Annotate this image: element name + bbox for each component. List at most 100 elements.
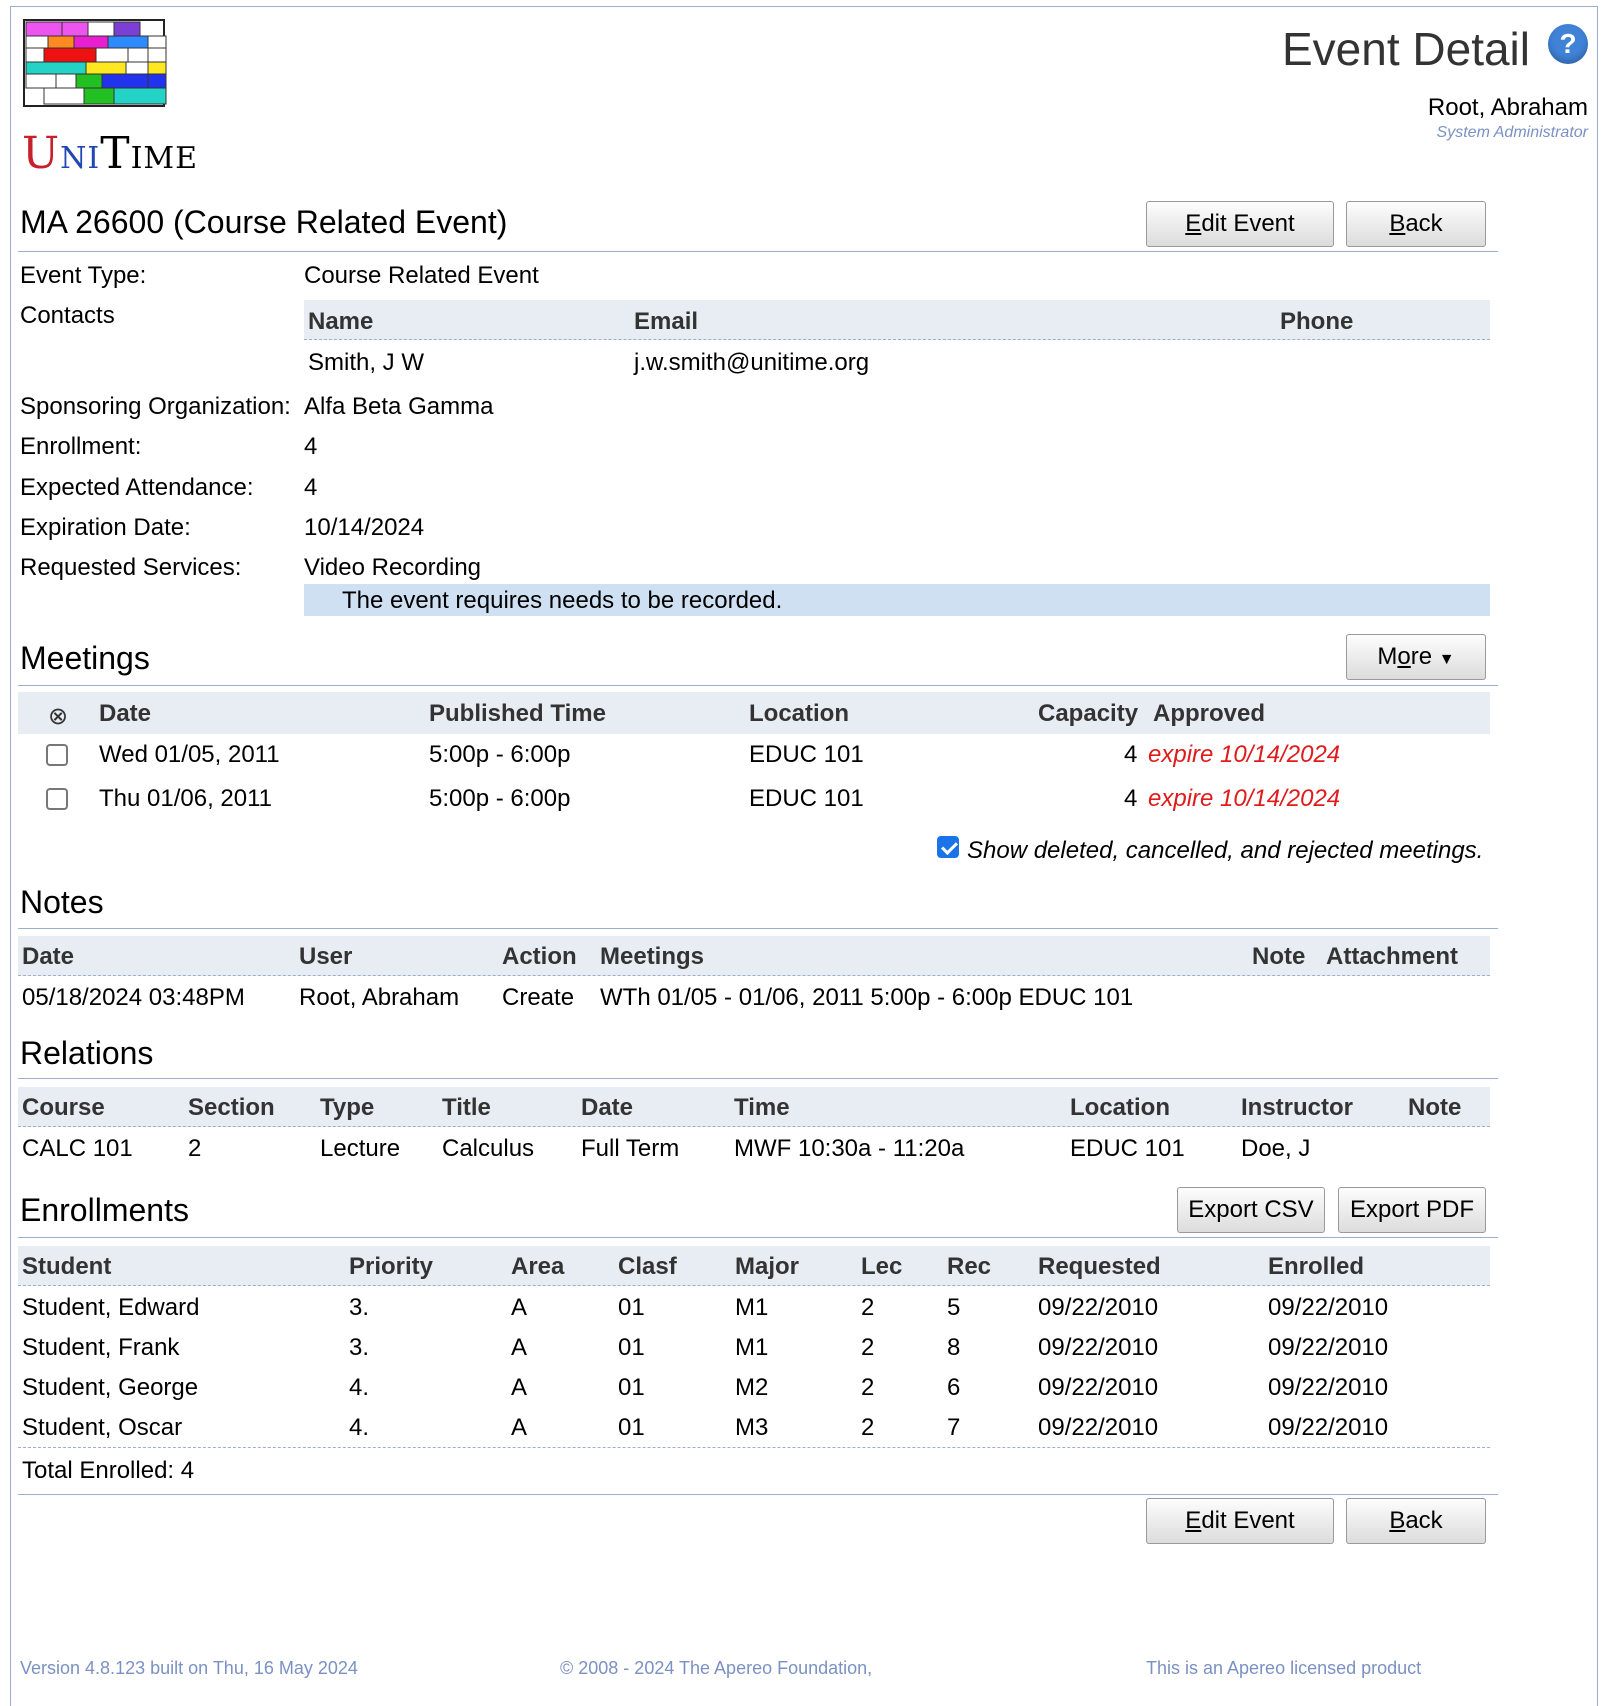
- enrollment-student[interactable]: Student, Edward: [22, 1294, 199, 1322]
- export-csv-button[interactable]: Export CSV: [1177, 1187, 1325, 1233]
- back-button[interactable]: Back: [1346, 201, 1486, 247]
- note-date: 05/18/2024 03:48PM: [22, 984, 245, 1011]
- sponsor-value: Alfa Beta Gamma: [304, 393, 494, 420]
- relation-type: Lecture: [320, 1135, 401, 1162]
- edit-event-button[interactable]: Edit Event: [1146, 201, 1334, 247]
- user-name[interactable]: Root, Abraham: [1428, 94, 1588, 122]
- show-deleted-label[interactable]: Show deleted, cancelled, and rejected me…: [967, 837, 1483, 865]
- enrollment-requested: 09/22/2010: [1038, 1374, 1159, 1401]
- meeting-approval-status: expire 10/14/2024: [1148, 785, 1341, 812]
- relations-header-time: Time: [734, 1094, 790, 1121]
- enrollment-requested: 09/22/2010: [1038, 1294, 1159, 1321]
- contact-email[interactable]: j.w.smith@unitime.org: [634, 349, 869, 377]
- enrollments-header-divider: [18, 1285, 1490, 1286]
- more-button[interactable]: More ▼: [1346, 634, 1486, 680]
- relation-title: Calculus: [442, 1135, 535, 1162]
- relations-header-section: Section: [188, 1094, 275, 1121]
- enrollment-rec: 5: [947, 1294, 961, 1321]
- enrollment-clasf: 01: [618, 1294, 645, 1321]
- notes-divider: [18, 928, 1498, 929]
- contacts-header-divider: [304, 339, 1490, 340]
- contacts-header-phone: Phone: [1280, 308, 1354, 335]
- notes-header-date: Date: [22, 943, 75, 970]
- enrollments-header-requested: Requested: [1038, 1253, 1161, 1280]
- contacts-label: Contacts: [20, 302, 115, 329]
- select-all-icon[interactable]: ⊗: [48, 702, 68, 731]
- enrollment-priority: 3.: [349, 1334, 370, 1361]
- footer-license[interactable]: This is an Apereo licensed product: [1146, 1658, 1421, 1679]
- attendance-value: 4: [304, 474, 318, 501]
- enrollment-student[interactable]: Student, Oscar: [22, 1414, 182, 1442]
- show-deleted-checkbox[interactable]: [937, 836, 959, 858]
- expiration-label: Expiration Date:: [20, 514, 191, 541]
- relations-header-note: Note: [1408, 1094, 1462, 1121]
- notes-header-divider: [18, 975, 1490, 976]
- edit-event-button-bottom[interactable]: Edit Event: [1146, 1498, 1334, 1544]
- page-title: Event Detail: [1281, 23, 1530, 75]
- bottom-divider: [18, 1494, 1498, 1495]
- enrollment-enrolled: 09/22/2010: [1268, 1334, 1389, 1361]
- meeting-capacity: 4: [1124, 741, 1138, 768]
- enrollment-lec: 2: [861, 1374, 875, 1401]
- relations-header-title: Title: [442, 1094, 491, 1121]
- export-pdf-button[interactable]: Export PDF: [1338, 1187, 1486, 1233]
- meeting-row-checkbox[interactable]: [46, 788, 68, 810]
- notes-header-user: User: [299, 943, 353, 970]
- enrollment-clasf: 01: [618, 1374, 645, 1401]
- meeting-date: Thu 01/06, 2011: [99, 785, 273, 812]
- enrollment-priority: 4.: [349, 1414, 370, 1441]
- contacts-header-email: Email: [634, 308, 699, 335]
- back-button-bottom[interactable]: Back: [1346, 1498, 1486, 1544]
- meeting-capacity: 4: [1124, 785, 1138, 812]
- enrollment-major: M1: [735, 1334, 769, 1361]
- meeting-approval-status: expire 10/14/2024: [1148, 741, 1341, 768]
- relation-time: MWF 10:30a - 11:20a: [734, 1135, 965, 1162]
- meetings-header-date: Date: [99, 700, 152, 727]
- enrollment-student[interactable]: Student, George: [22, 1374, 198, 1402]
- enrollment-student[interactable]: Student, Frank: [22, 1334, 179, 1362]
- relations-header-type: Type: [320, 1094, 375, 1121]
- enrollment-major: M2: [735, 1374, 769, 1401]
- event-type-label: Event Type:: [20, 262, 147, 289]
- enrollment-major: M1: [735, 1294, 769, 1321]
- contacts-header-name: Name: [308, 308, 374, 335]
- unitime-wordmark: UNITIME: [22, 128, 199, 179]
- relations-header-course: Course: [22, 1094, 105, 1121]
- enrollment-rec: 7: [947, 1414, 961, 1441]
- note-user: Root, Abraham: [299, 984, 460, 1011]
- meeting-location[interactable]: EDUC 101: [749, 741, 864, 769]
- expiration-value: 10/14/2024: [304, 514, 425, 541]
- footer-copyright[interactable]: © 2008 - 2024 The Apereo Foundation,: [560, 1658, 872, 1679]
- enrollments-header-priority: Priority: [349, 1253, 434, 1280]
- enrollments-total: Total Enrolled: 4: [22, 1457, 195, 1484]
- sponsor-label: Sponsoring Organization:: [20, 393, 291, 420]
- relation-course[interactable]: CALC 101: [22, 1135, 133, 1163]
- question-mark-icon[interactable]: ?: [1548, 24, 1588, 64]
- enrollment-rec: 6: [947, 1374, 961, 1401]
- enrollments-title: Enrollments: [20, 1192, 189, 1228]
- enrollment-lec: 2: [861, 1334, 875, 1361]
- meeting-location[interactable]: EDUC 101: [749, 785, 864, 813]
- notes-header-attachment: Attachment: [1326, 943, 1459, 970]
- enrollments-header-area: Area: [511, 1253, 565, 1280]
- enrollment-requested: 09/22/2010: [1038, 1334, 1159, 1361]
- notes-header-meetings: Meetings: [600, 943, 705, 970]
- meeting-date: Wed 01/05, 2011: [99, 741, 280, 768]
- notes-header-note: Note: [1252, 943, 1306, 970]
- relations-header-divider: [18, 1126, 1490, 1127]
- enrollments-header-clasf: Clasf: [618, 1253, 677, 1280]
- enrollment-major: M3: [735, 1414, 769, 1441]
- meeting-row-checkbox[interactable]: [46, 744, 68, 766]
- enrollment-enrolled: 09/22/2010: [1268, 1294, 1389, 1321]
- enrollment-priority: 4.: [349, 1374, 370, 1401]
- enrollment-enrolled: 09/22/2010: [1268, 1414, 1389, 1441]
- enrollment-lec: 2: [861, 1294, 875, 1321]
- relation-location[interactable]: EDUC 101: [1070, 1135, 1185, 1163]
- enrollment-clasf: 01: [618, 1414, 645, 1441]
- enrollment-label: Enrollment:: [20, 433, 142, 460]
- triangle-down-icon: ▼: [1438, 651, 1455, 668]
- enrollment-area: A: [511, 1334, 528, 1361]
- enrollments-header-major: Major: [735, 1253, 800, 1280]
- enrollment-requested: 09/22/2010: [1038, 1414, 1159, 1441]
- enrollment-area: A: [511, 1294, 528, 1321]
